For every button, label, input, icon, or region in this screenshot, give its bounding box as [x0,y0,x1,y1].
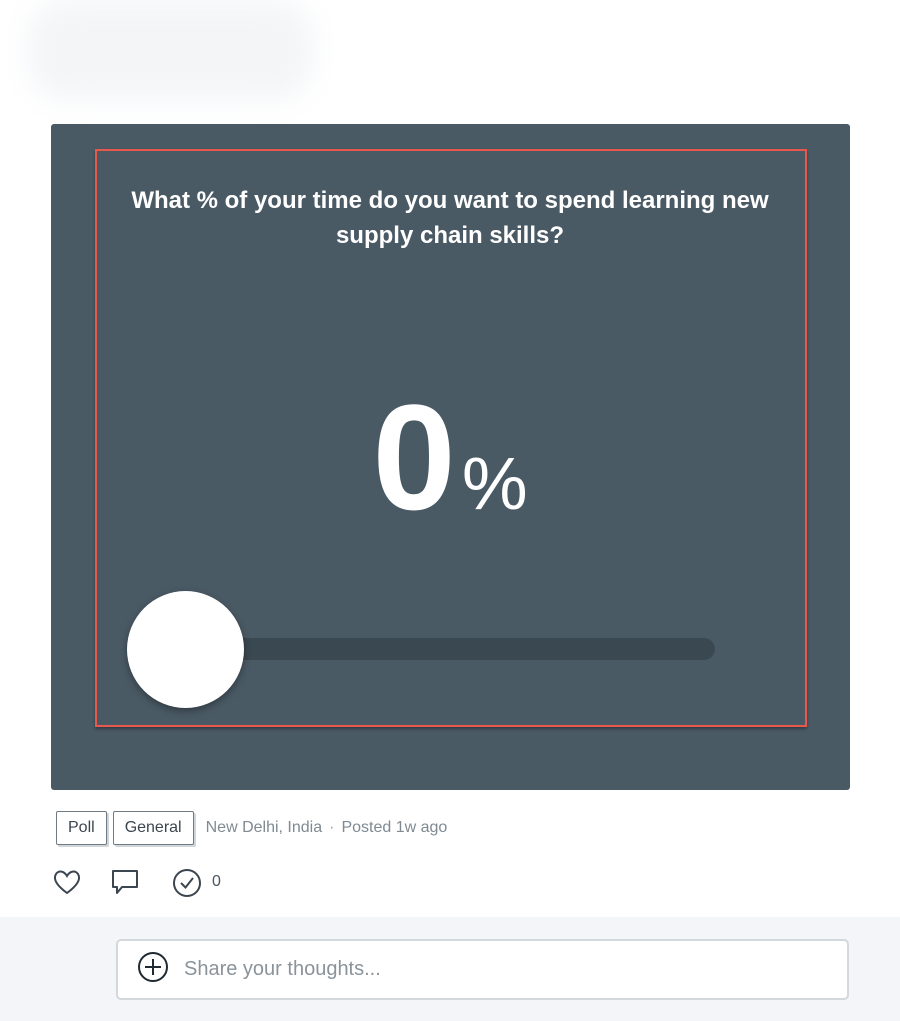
post-meta: Poll General New Delhi, India · Posted 1w … [56,810,447,845]
heart-icon[interactable] [50,865,84,899]
tag-poll[interactable]: Poll [56,810,107,845]
poll-value-display: 0% [0,382,900,532]
slider-thumb[interactable] [127,591,244,708]
location-text: New Delhi, India [205,818,323,836]
check-circle-icon[interactable] [170,865,204,899]
poll-value-number: 0 [372,373,456,541]
comment-input[interactable] [184,958,804,981]
comment-box[interactable] [116,939,849,1000]
tag-general[interactable]: General [112,810,194,845]
posted-time: Posted 1w ago [341,818,448,836]
poll-question: What % of your time do you want to spend… [131,187,769,249]
meta-location: New Delhi, India · Posted 1w ago [206,819,448,837]
poll-value-unit: % [461,442,528,525]
check-count: 0 [212,873,221,890]
blurred-header [28,0,313,100]
comment-icon[interactable] [108,865,142,899]
post-actions: 0 [50,864,221,900]
meta-separator: · [329,818,335,836]
slider-track[interactable] [182,638,715,660]
plus-circle-icon[interactable] [136,950,170,989]
